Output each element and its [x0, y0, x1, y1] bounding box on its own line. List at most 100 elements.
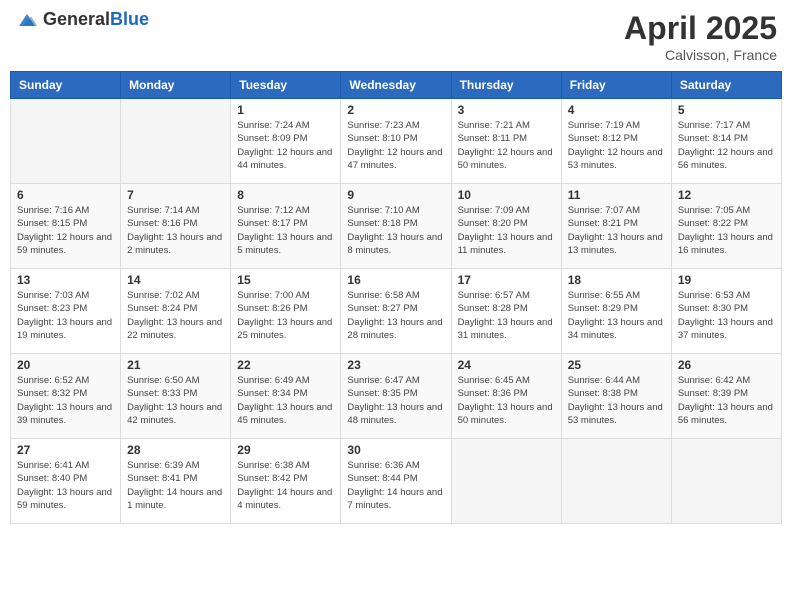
day-header-thursday: Thursday [451, 72, 561, 99]
day-cell: 9 Sunrise: 7:10 AMSunset: 8:18 PMDaylight… [341, 184, 451, 269]
day-cell: 30 Sunrise: 6:36 AMSunset: 8:44 PMDayligh… [341, 439, 451, 524]
day-number: 1 [237, 103, 334, 117]
day-number: 23 [347, 358, 444, 372]
day-header-saturday: Saturday [671, 72, 781, 99]
day-info: Sunrise: 7:02 AMSunset: 8:24 PMDaylight:… [127, 289, 224, 342]
day-cell: 7 Sunrise: 7:14 AMSunset: 8:16 PMDaylight… [121, 184, 231, 269]
day-info: Sunrise: 6:57 AMSunset: 8:28 PMDaylight:… [458, 289, 555, 342]
day-info: Sunrise: 6:55 AMSunset: 8:29 PMDaylight:… [568, 289, 665, 342]
day-number: 30 [347, 443, 444, 457]
day-cell: 22Sunrise: 6:49 AMSunset: 8:34 PMDayligh… [231, 354, 341, 439]
day-cell: 29Sunrise: 6:38 AMSunset: 8:42 PMDayligh… [231, 439, 341, 524]
day-info: Sunrise: 7:14 AMSunset: 8:16 PMDaylight:… [127, 204, 224, 257]
day-cell: 11Sunrise: 7:07 AMSunset: 8:21 PMDayligh… [561, 184, 671, 269]
day-info: Sunrise: 7:17 AMSunset: 8:14 PMDaylight:… [678, 119, 775, 172]
week-row-4: 20 Sunrise: 6:52 AMSunset: 8:32 PMDayligh… [11, 354, 782, 439]
day-number: 4 [568, 103, 665, 117]
day-number: 9 [347, 188, 444, 202]
title-area: April 2025 Calvisson, France [624, 10, 777, 63]
day-number: 20 [17, 358, 114, 372]
day-info: Sunrise: 6:53 AMSunset: 8:30 PMDaylight:… [678, 289, 775, 342]
day-number: 24 [458, 358, 555, 372]
day-info: Sunrise: 6:36 AMSunset: 8:44 PMDaylight:… [347, 459, 444, 512]
day-cell: 28 Sunrise: 6:39 AMSunset: 8:41 PMDayligh… [121, 439, 231, 524]
day-number: 14 [127, 273, 224, 287]
day-number: 2 [347, 103, 444, 117]
week-row-3: 13 Sunrise: 7:03 AMSunset: 8:23 PMDayligh… [11, 269, 782, 354]
day-info: Sunrise: 6:58 AMSunset: 8:27 PMDaylight:… [347, 289, 444, 342]
day-number: 17 [458, 273, 555, 287]
day-number: 7 [127, 188, 224, 202]
day-cell: 5 Sunrise: 7:17 AMSunset: 8:14 PMDaylight… [671, 99, 781, 184]
month-title: April 2025 [624, 10, 777, 47]
day-cell: 26Sunrise: 6:42 AMSunset: 8:39 PMDayligh… [671, 354, 781, 439]
day-info: Sunrise: 6:39 AMSunset: 8:41 PMDaylight:… [127, 459, 224, 512]
day-cell: 20 Sunrise: 6:52 AMSunset: 8:32 PMDayligh… [11, 354, 121, 439]
day-number: 12 [678, 188, 775, 202]
day-header-sunday: Sunday [11, 72, 121, 99]
day-number: 11 [568, 188, 665, 202]
logo: GeneralBlue [15, 10, 149, 30]
day-info: Sunrise: 7:09 AMSunset: 8:20 PMDaylight:… [458, 204, 555, 257]
day-info: Sunrise: 7:21 AMSunset: 8:11 PMDaylight:… [458, 119, 555, 172]
day-info: Sunrise: 7:12 AMSunset: 8:17 PMDaylight:… [237, 204, 334, 257]
day-info: Sunrise: 7:16 AMSunset: 8:15 PMDaylight:… [17, 204, 114, 257]
day-cell: 1 Sunrise: 7:24 AMSunset: 8:09 PMDaylight… [231, 99, 341, 184]
day-cell [451, 439, 561, 524]
day-cell: 19 Sunrise: 6:53 AMSunset: 8:30 PMDayligh… [671, 269, 781, 354]
day-cell: 6 Sunrise: 7:16 AMSunset: 8:15 PMDaylight… [11, 184, 121, 269]
day-cell: 27Sunrise: 6:41 AMSunset: 8:40 PMDayligh… [11, 439, 121, 524]
day-number: 27 [17, 443, 114, 457]
day-cell: 2 Sunrise: 7:23 AMSunset: 8:10 PMDaylight… [341, 99, 451, 184]
day-number: 28 [127, 443, 224, 457]
day-cell: 3Sunrise: 7:21 AMSunset: 8:11 PMDaylight… [451, 99, 561, 184]
day-info: Sunrise: 7:24 AMSunset: 8:09 PMDaylight:… [237, 119, 334, 172]
day-info: Sunrise: 7:05 AMSunset: 8:22 PMDaylight:… [678, 204, 775, 257]
day-cell: 18 Sunrise: 6:55 AMSunset: 8:29 PMDayligh… [561, 269, 671, 354]
day-number: 10 [458, 188, 555, 202]
day-info: Sunrise: 7:03 AMSunset: 8:23 PMDaylight:… [17, 289, 114, 342]
day-cell: 12 Sunrise: 7:05 AMSunset: 8:22 PMDayligh… [671, 184, 781, 269]
day-number: 18 [568, 273, 665, 287]
day-header-monday: Monday [121, 72, 231, 99]
day-number: 21 [127, 358, 224, 372]
day-header-wednesday: Wednesday [341, 72, 451, 99]
logo-general: General [43, 9, 110, 29]
calendar: SundayMondayTuesdayWednesdayThursdayFrid… [10, 71, 782, 524]
logo-icon [15, 10, 39, 30]
day-number: 13 [17, 273, 114, 287]
day-info: Sunrise: 7:10 AMSunset: 8:18 PMDaylight:… [347, 204, 444, 257]
day-cell [671, 439, 781, 524]
day-info: Sunrise: 6:44 AMSunset: 8:38 PMDaylight:… [568, 374, 665, 427]
day-info: Sunrise: 6:47 AMSunset: 8:35 PMDaylight:… [347, 374, 444, 427]
logo-text: GeneralBlue [43, 10, 149, 30]
day-info: Sunrise: 6:49 AMSunset: 8:34 PMDaylight:… [237, 374, 334, 427]
day-number: 15 [237, 273, 334, 287]
day-number: 16 [347, 273, 444, 287]
logo-blue: Blue [110, 9, 149, 29]
day-number: 6 [17, 188, 114, 202]
day-number: 5 [678, 103, 775, 117]
day-info: Sunrise: 7:00 AMSunset: 8:26 PMDaylight:… [237, 289, 334, 342]
day-cell: 13 Sunrise: 7:03 AMSunset: 8:23 PMDayligh… [11, 269, 121, 354]
day-cell [561, 439, 671, 524]
day-number: 19 [678, 273, 775, 287]
week-row-2: 6 Sunrise: 7:16 AMSunset: 8:15 PMDaylight… [11, 184, 782, 269]
day-info: Sunrise: 7:23 AMSunset: 8:10 PMDaylight:… [347, 119, 444, 172]
header-row: SundayMondayTuesdayWednesdayThursdayFrid… [11, 72, 782, 99]
day-cell: 15 Sunrise: 7:00 AMSunset: 8:26 PMDayligh… [231, 269, 341, 354]
day-cell: 25Sunrise: 6:44 AMSunset: 8:38 PMDayligh… [561, 354, 671, 439]
day-number: 29 [237, 443, 334, 457]
day-number: 8 [237, 188, 334, 202]
day-cell: 4 Sunrise: 7:19 AMSunset: 8:12 PMDaylight… [561, 99, 671, 184]
location: Calvisson, France [624, 47, 777, 63]
week-row-5: 27Sunrise: 6:41 AMSunset: 8:40 PMDayligh… [11, 439, 782, 524]
day-cell: 17 Sunrise: 6:57 AMSunset: 8:28 PMDayligh… [451, 269, 561, 354]
day-cell: 14 Sunrise: 7:02 AMSunset: 8:24 PMDayligh… [121, 269, 231, 354]
day-info: Sunrise: 6:52 AMSunset: 8:32 PMDaylight:… [17, 374, 114, 427]
day-cell: 24Sunrise: 6:45 AMSunset: 8:36 PMDayligh… [451, 354, 561, 439]
day-cell [11, 99, 121, 184]
day-info: Sunrise: 7:19 AMSunset: 8:12 PMDaylight:… [568, 119, 665, 172]
day-cell: 21Sunrise: 6:50 AMSunset: 8:33 PMDayligh… [121, 354, 231, 439]
day-cell: 16 Sunrise: 6:58 AMSunset: 8:27 PMDayligh… [341, 269, 451, 354]
